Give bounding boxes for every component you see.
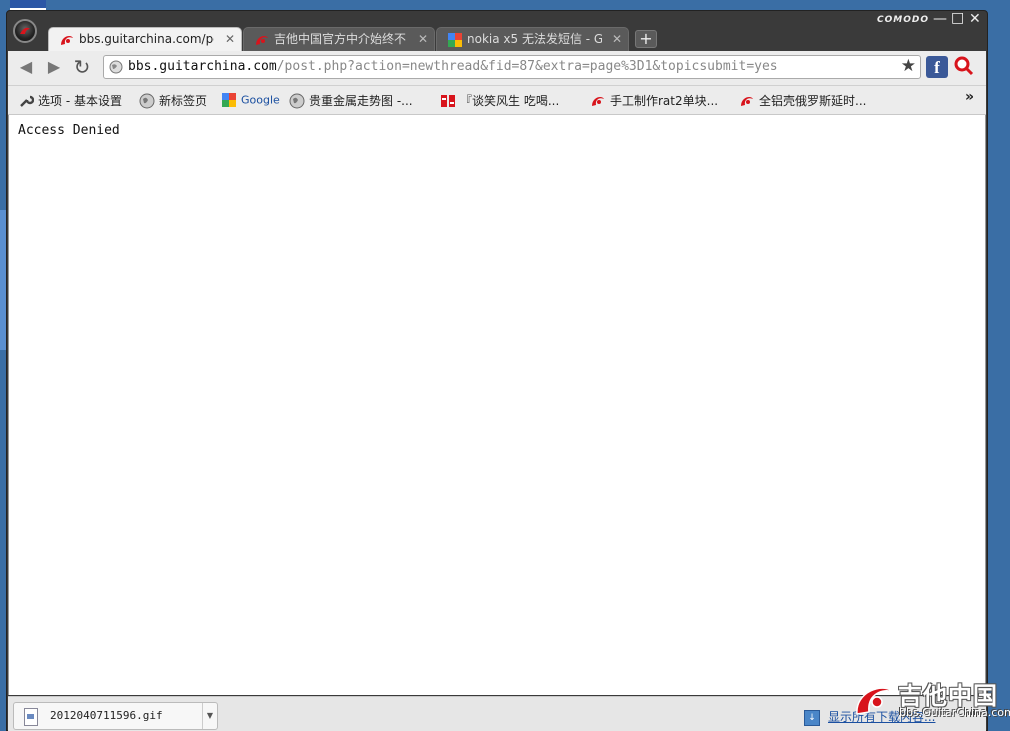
search-icon[interactable] — [954, 56, 974, 76]
more-bookmarks-chevron-icon[interactable]: » — [965, 89, 974, 105]
url-path: /post.php?action=newthread&fid=87&extra=… — [276, 59, 778, 74]
guitarchina-icon — [256, 36, 268, 45]
wrench-icon — [20, 95, 34, 107]
url-host: bbs.guitarchina.com — [128, 59, 277, 74]
guitarchina-icon — [61, 36, 73, 45]
guitarchina-watermark: 吉他中国 bbs.GuitarChina.com — [853, 676, 1010, 724]
forum-icon — [441, 94, 455, 107]
page-content: Access Denied — [8, 115, 986, 695]
bookmark-precious-metals[interactable]: 贵重金属走势图 -... — [289, 92, 413, 109]
browser-brand: COMODO — [877, 15, 929, 25]
reload-button[interactable]: ↻ — [72, 57, 92, 77]
guitarchina-icon — [592, 96, 604, 106]
guitarchina-logo-icon — [856, 687, 894, 715]
bookmark-forum[interactable]: 『谈笑风生 吃喝... — [440, 92, 559, 109]
bookmark-google[interactable]: Google — [221, 92, 280, 108]
desktop-icon[interactable] — [10, 0, 46, 10]
tab-guitarchina-post[interactable]: bbs.guitarchina.com/pos ✕ — [48, 27, 242, 51]
title-bar: bbs.guitarchina.com/pos ✕ 吉他中国官方中介始终不 ✕ … — [7, 10, 987, 51]
download-icon: ↓ — [804, 709, 820, 726]
bookmark-delay-pedal[interactable]: 全铝壳俄罗斯延时... — [739, 92, 866, 109]
close-tab-icon[interactable]: ✕ — [612, 28, 622, 50]
navigation-toolbar: ◀ ▶ ↻ bbs.guitarchina.com/post.php?actio… — [8, 51, 986, 86]
watermark-url: bbs.GuitarChina.com — [899, 706, 1010, 719]
bookmark-star-icon[interactable]: ★ — [901, 56, 916, 76]
guitarchina-icon — [741, 96, 753, 106]
forward-button[interactable]: ▶ — [44, 57, 64, 77]
tab-guitarchina-official[interactable]: 吉他中国官方中介始终不 ✕ — [243, 27, 435, 51]
browser-window: bbs.guitarchina.com/pos ✕ 吉他中国官方中介始终不 ✕ … — [6, 10, 988, 731]
google-icon — [448, 33, 462, 47]
bookmark-new-tab[interactable]: 新标签页 — [139, 92, 207, 109]
bookmarks-bar: 选项 - 基本设置 新标签页 Google 贵重金属走势图 -... 『谈笑风生… — [8, 86, 986, 115]
maximize-button[interactable]: □ — [951, 10, 964, 26]
comodo-dragon-logo-icon[interactable] — [13, 19, 37, 43]
tab-label: bbs.guitarchina.com/pos — [79, 32, 214, 46]
download-file-name: 2012040711596.gif — [50, 709, 163, 722]
globe-icon — [289, 93, 305, 108]
facebook-icon[interactable]: f — [926, 56, 948, 78]
new-tab-button[interactable]: + — [635, 30, 657, 48]
tab-nokia-search[interactable]: nokia x5 无法发短信 - G ✕ — [436, 27, 629, 51]
close-window-button[interactable]: ✕ — [969, 11, 981, 27]
access-denied-message: Access Denied — [18, 123, 120, 138]
globe-icon — [109, 60, 123, 74]
tab-label: nokia x5 无法发短信 - G — [467, 32, 602, 46]
minimize-button[interactable]: — — [933, 11, 947, 27]
globe-icon — [139, 93, 155, 108]
download-shelf: 2012040711596.gif ▼ ↓ 显示所有下载内容... — [8, 696, 986, 731]
image-file-icon — [24, 708, 38, 726]
google-icon — [222, 93, 236, 107]
download-item[interactable]: 2012040711596.gif ▼ — [13, 702, 218, 730]
back-button[interactable]: ◀ — [16, 57, 36, 77]
address-bar[interactable]: bbs.guitarchina.com/post.php?action=newt… — [103, 55, 921, 79]
close-tab-icon[interactable]: ✕ — [418, 28, 428, 50]
bookmark-rat2[interactable]: 手工制作rat2单块... — [590, 92, 718, 109]
close-tab-icon[interactable]: ✕ — [225, 28, 235, 50]
tab-label: 吉他中国官方中介始终不 — [274, 32, 407, 46]
chevron-down-icon[interactable]: ▼ — [202, 703, 217, 729]
bookmark-options[interactable]: 选项 - 基本设置 — [18, 92, 122, 109]
